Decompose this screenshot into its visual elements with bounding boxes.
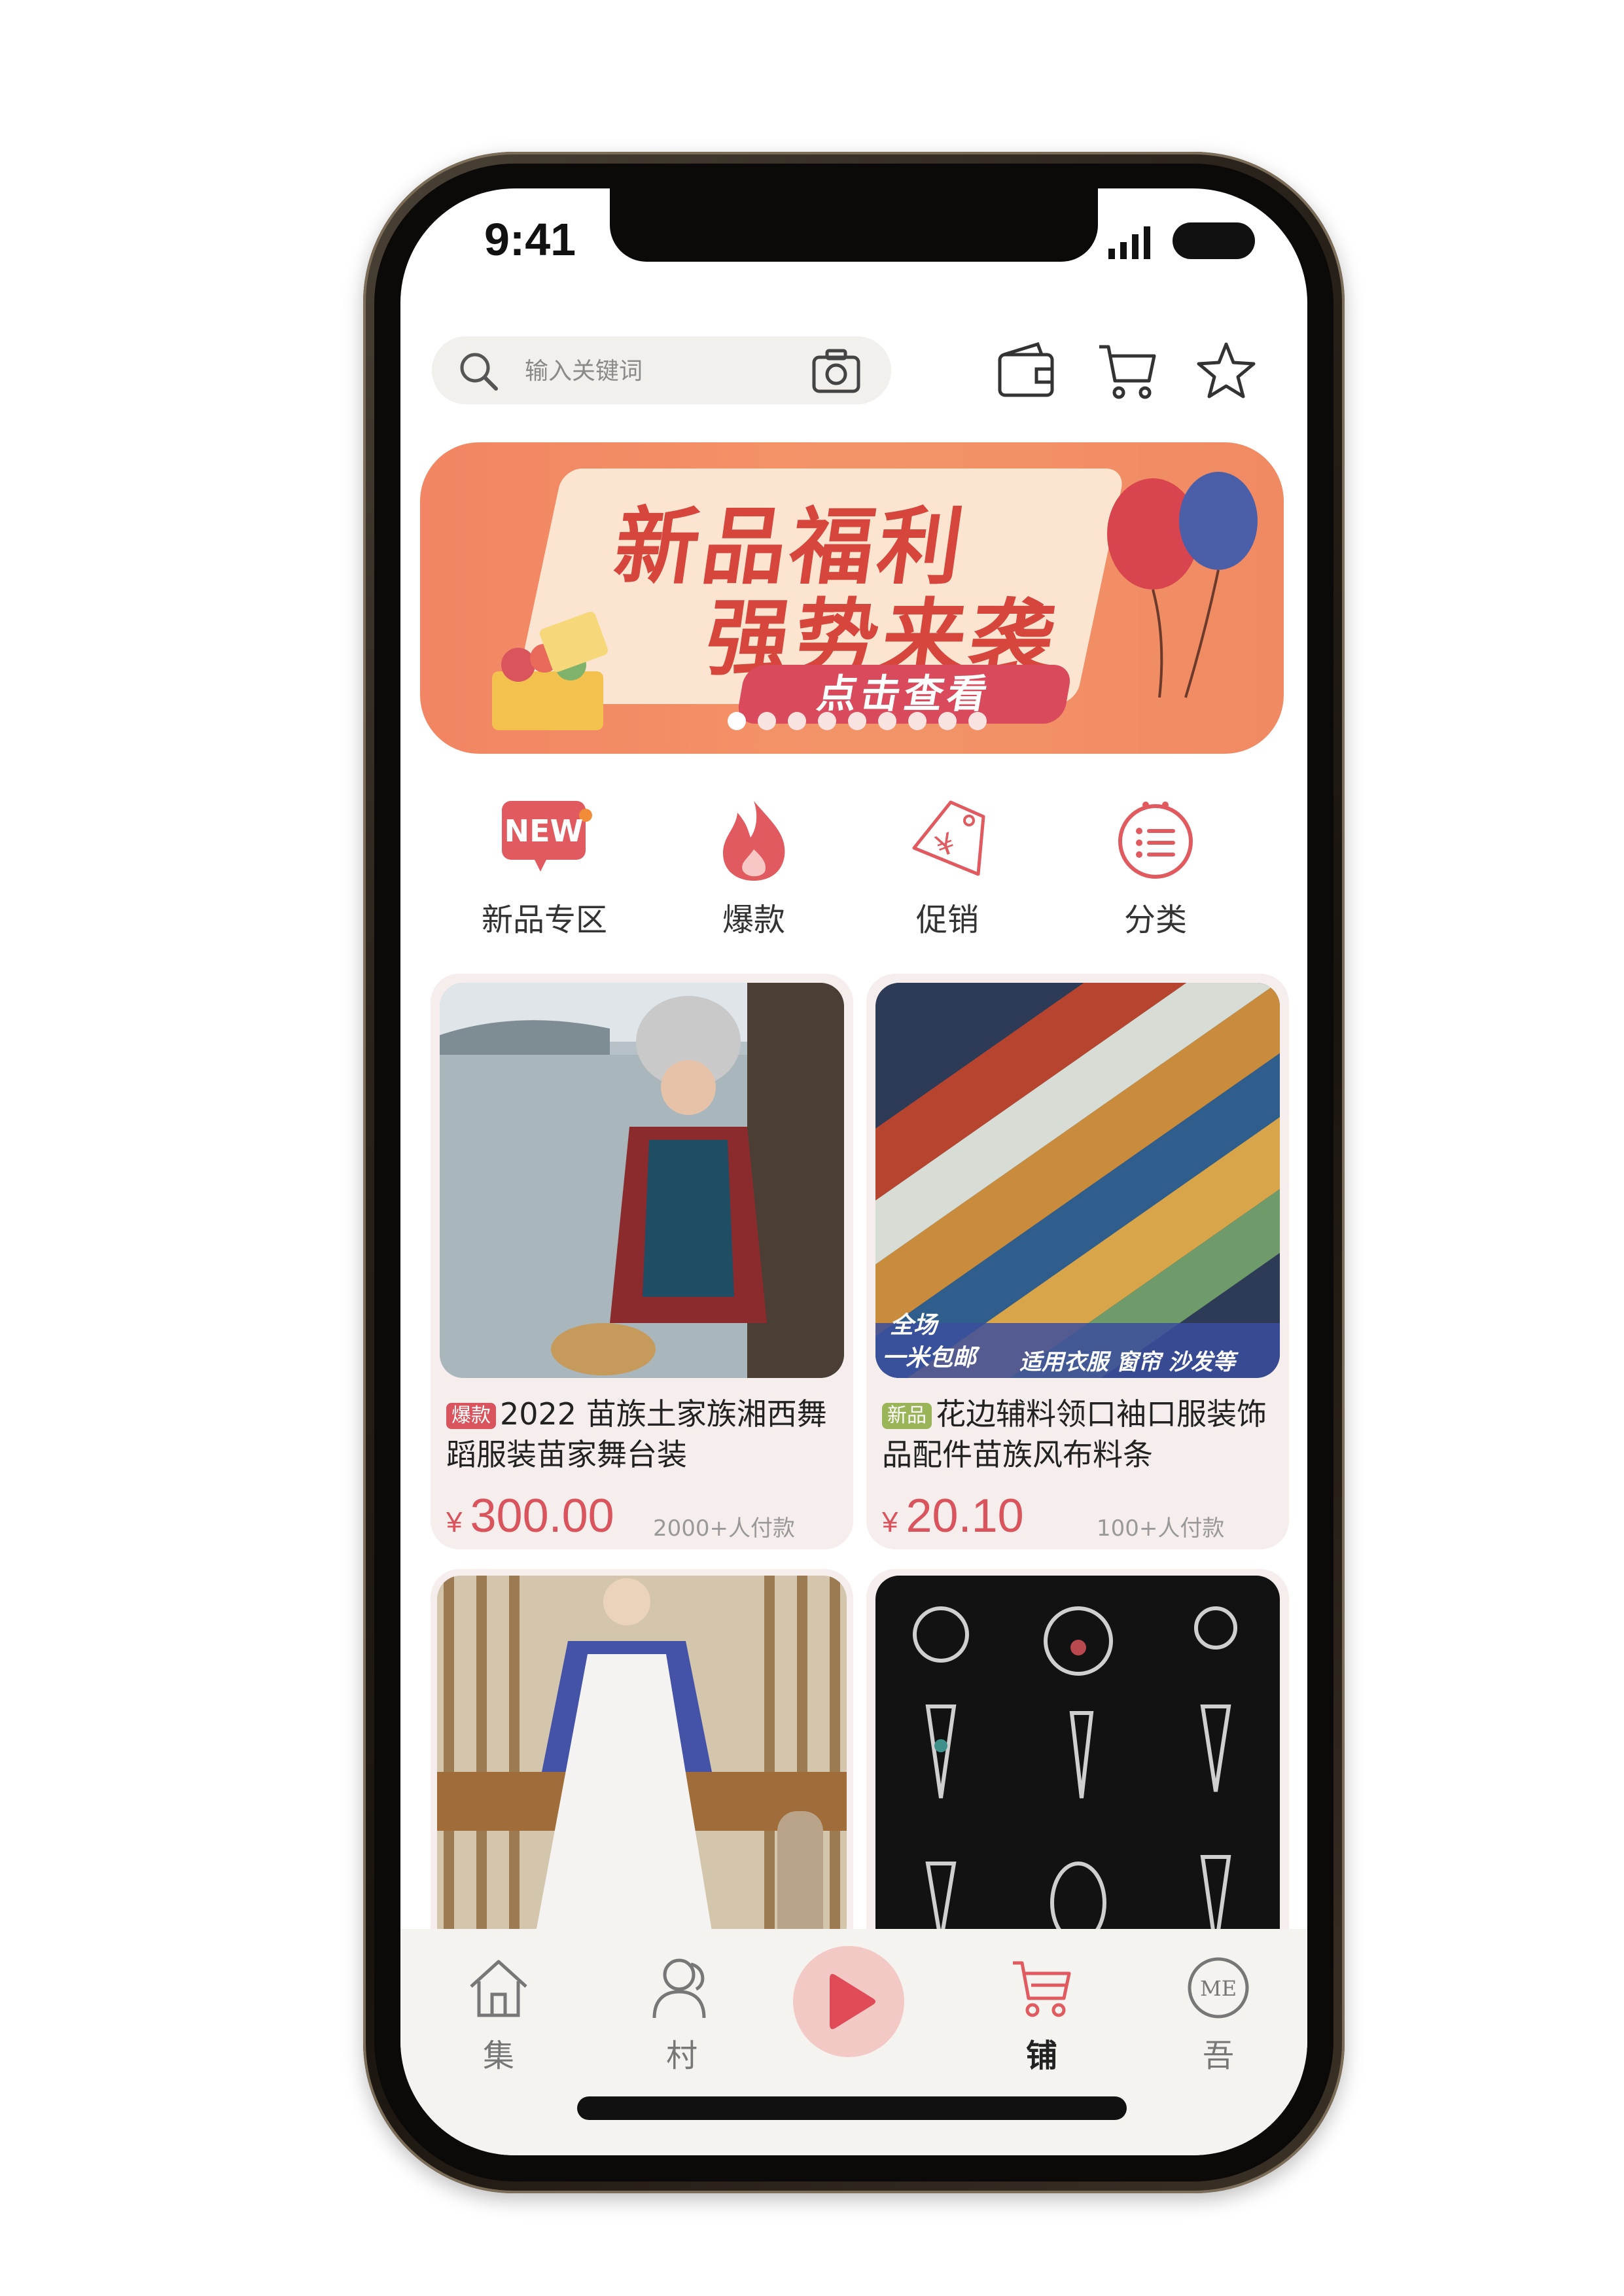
- entry-promotion[interactable]: ¥ 促销: [875, 797, 1019, 940]
- product-price: ¥20.10: [882, 1489, 1024, 1543]
- flame-icon: [723, 801, 785, 881]
- product-title-text: 2022 苗族土家族湘西舞蹈服装苗家舞台装: [446, 1396, 827, 1472]
- tab-label: 集: [482, 2038, 514, 2074]
- cart-icon: [1013, 1961, 1071, 2017]
- pagination-dot[interactable]: [758, 712, 776, 730]
- person-icon: [652, 1958, 706, 2019]
- overlay-text: 一米包邮: [882, 1345, 977, 1371]
- product-image[interactable]: [437, 1576, 847, 1971]
- category-icon: [1118, 802, 1193, 879]
- entry-label: 新品专区: [481, 902, 607, 938]
- pagination-dot[interactable]: [818, 712, 836, 730]
- me-icon: ME: [1188, 1957, 1249, 2019]
- sold-count: 2000+人付款: [653, 1515, 796, 1542]
- tab-village[interactable]: 村: [629, 1955, 734, 2075]
- gift-basket-icon: [492, 611, 609, 730]
- product-image[interactable]: [440, 983, 844, 1378]
- notch: [610, 188, 1098, 262]
- overlay-text: 全场: [890, 1312, 938, 1339]
- currency-symbol: ¥: [882, 1506, 898, 1538]
- pagination-dot[interactable]: [938, 712, 957, 730]
- banner-pagination[interactable]: [728, 712, 987, 732]
- camera-icon[interactable]: [811, 348, 861, 394]
- entry-new-products[interactable]: NEW 新品专区: [472, 797, 616, 940]
- search-input[interactable]: [523, 351, 801, 391]
- home-icon: [470, 1960, 527, 2017]
- cart-icon[interactable]: [1097, 340, 1157, 400]
- overlay-text: 适用衣服 窗帘 沙发等: [1019, 1349, 1235, 1375]
- pagination-dot[interactable]: [878, 712, 896, 730]
- battery-icon: [1173, 222, 1255, 259]
- new-badge-text: NEW: [504, 813, 584, 849]
- tab-shop[interactable]: 铺: [989, 1955, 1094, 2075]
- entry-hot[interactable]: 爆款: [682, 797, 826, 940]
- price-tag-icon: ¥: [912, 800, 985, 876]
- search-bar[interactable]: [432, 336, 891, 404]
- tab-label: 铺: [1025, 2038, 1057, 2074]
- hot-tag: 爆款: [446, 1403, 496, 1429]
- product-title-text: 花边辅料领口袖口服装饰品配件苗族风布料条: [882, 1396, 1267, 1472]
- pagination-dot[interactable]: [968, 712, 987, 730]
- new-tag: 新品: [882, 1403, 932, 1429]
- me-icon-text: ME: [1200, 1976, 1237, 2001]
- status-time: 9:41: [484, 214, 576, 265]
- bottom-tab-bar: 集 村 铺 ME 吾: [400, 1929, 1307, 2155]
- pagination-dot[interactable]: [788, 712, 806, 730]
- svg-text:¥: ¥: [931, 826, 960, 864]
- product-image[interactable]: 全场 一米包邮 适用衣服 窗帘 沙发等: [875, 983, 1280, 1378]
- product-image[interactable]: [875, 1576, 1280, 1971]
- price-value: 300.00: [470, 1490, 614, 1542]
- search-icon: [460, 353, 498, 391]
- play-button[interactable]: [793, 1946, 904, 2057]
- balloons-icon: [1107, 472, 1258, 698]
- price-value: 20.10: [906, 1490, 1024, 1542]
- product-card[interactable]: 全场 一米包邮 适用衣服 窗帘 沙发等 新品 花边辅料领口袖口服装饰品配件苗族风布…: [866, 974, 1289, 1549]
- product-card[interactable]: 爆款 2022 苗族土家族湘西舞蹈服装苗家舞台装 ¥300.00 2000+人付款: [431, 974, 853, 1549]
- tab-label: 村: [665, 2038, 697, 2074]
- new-badge-icon: NEW: [502, 801, 592, 872]
- sold-count: 100+人付款: [1097, 1515, 1225, 1542]
- home-indicator[interactable]: [577, 2096, 1127, 2120]
- tab-me[interactable]: ME 吾: [1166, 1955, 1271, 2075]
- entry-category[interactable]: 分类: [1084, 797, 1227, 940]
- entry-label: 促销: [915, 902, 979, 938]
- tab-label: 吾: [1202, 2038, 1234, 2074]
- product-title: 新品 花边辅料领口袖口服装饰品配件苗族风布料条: [882, 1394, 1277, 1475]
- signal-icon: [1108, 226, 1150, 259]
- tab-home[interactable]: 集: [446, 1955, 551, 2075]
- app-screen: 9:41 输入关键词 新品福利 强势来袭 点击查看 NEW 新品专区 爆款 ¥ …: [400, 188, 1307, 2155]
- wallet-icon[interactable]: [996, 340, 1056, 400]
- currency-symbol: ¥: [446, 1506, 463, 1538]
- play-icon: [830, 1973, 875, 2030]
- entry-label: 分类: [1123, 902, 1187, 938]
- pagination-dot[interactable]: [908, 712, 927, 730]
- pagination-dot[interactable]: [728, 712, 746, 730]
- star-icon[interactable]: [1196, 340, 1256, 400]
- promo-banner[interactable]: 新品福利 强势来袭 点击查看: [420, 442, 1284, 754]
- product-title: 爆款 2022 苗族土家族湘西舞蹈服装苗家舞台装: [446, 1394, 841, 1475]
- pagination-dot[interactable]: [848, 712, 866, 730]
- product-price: ¥300.00: [446, 1489, 614, 1543]
- entry-label: 爆款: [722, 902, 785, 938]
